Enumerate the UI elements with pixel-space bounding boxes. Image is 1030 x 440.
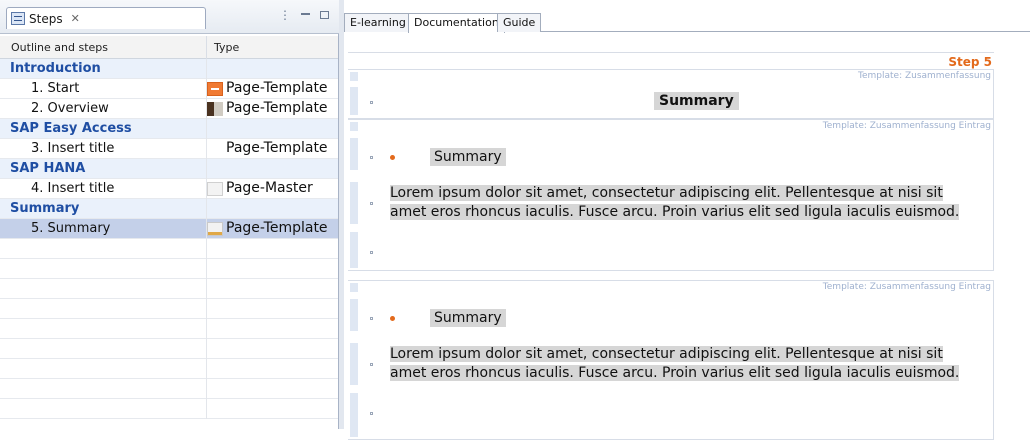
template-label: Template: Zusammenfassung Eintrag [822, 282, 991, 292]
paragraph-marker-icon [370, 412, 373, 415]
tree-group-introduction[interactable]: Introduction [0, 59, 338, 79]
paragraph-marker-icon [370, 101, 373, 104]
view-tabbar: Steps ✕ ⋮ [0, 0, 339, 34]
view-menu-icon[interactable]: ⋮ [279, 9, 291, 21]
summary-title[interactable]: Summary [654, 92, 739, 110]
step-label: 3. Insert title [31, 141, 115, 156]
paragraph-marker-icon [370, 202, 373, 205]
sheet-template-icon [207, 222, 223, 236]
tab-guide[interactable]: Guide [497, 13, 542, 32]
steps-icon [11, 12, 25, 25]
bullet-icon [390, 155, 395, 160]
empty-row [0, 299, 338, 319]
step-label: 1. Start [31, 81, 80, 96]
step-number-label: Step 5 [948, 55, 992, 69]
column-header-outline[interactable]: Outline and steps [11, 41, 108, 54]
tab-e-learning[interactable]: E-learning [344, 13, 412, 32]
editor-panel: E-learning Documentation Guide Step 5 Te… [344, 0, 1030, 440]
step-type: Page-Template [226, 80, 328, 96]
empty-row [0, 339, 338, 359]
template-label: Template: Zusammenfassung Eintrag [822, 121, 991, 131]
tree-group-summary[interactable]: Summary [0, 199, 338, 219]
empty-row [0, 279, 338, 299]
tree-step-overview[interactable]: 2. Overview Page-Template [0, 99, 338, 119]
tab-documentation[interactable]: Documentation [408, 13, 505, 33]
paragraph-marker-icon [370, 317, 373, 320]
steps-view: Steps ✕ ⋮ Outline and steps Type Introdu… [0, 0, 339, 429]
steps-view-tab[interactable]: Steps ✕ [6, 7, 206, 29]
group-label: Introduction [10, 61, 101, 76]
template-label: Template: Zusammenfassung [858, 71, 991, 81]
step-label: 4. Insert title [31, 181, 115, 196]
table-header: Outline and steps Type [0, 36, 338, 59]
tree-group-sap-easy-access[interactable]: SAP Easy Access [0, 119, 338, 139]
minimize-icon[interactable] [301, 12, 310, 15]
steps-tab-label: Steps [29, 11, 63, 26]
orange-template-icon [207, 82, 223, 96]
group-label: SAP HANA [10, 161, 86, 176]
empty-row [0, 259, 338, 279]
step-label: 2. Overview [31, 101, 109, 116]
empty-row [0, 239, 338, 259]
close-icon[interactable]: ✕ [71, 12, 80, 25]
template-block-entry-1[interactable]: Template: Zusammenfassung Eintrag Summar… [348, 119, 994, 271]
template-block-entry-2[interactable]: Template: Zusammenfassung Eintrag Summar… [348, 280, 994, 440]
tree-step-insert-title-2[interactable]: 4. Insert title Page-Master [0, 179, 338, 199]
step-label: 5. Summary [31, 221, 111, 236]
step-type: Page-Master [226, 180, 313, 196]
step-type: Page-Template [226, 100, 328, 116]
entry-heading[interactable]: Summary [430, 309, 506, 327]
tree-step-insert-title-1[interactable]: 3. Insert title Page-Template [0, 139, 338, 159]
maximize-icon[interactable] [320, 11, 329, 19]
tree-step-start[interactable]: 1. Start Page-Template [0, 79, 338, 99]
column-header-type[interactable]: Type [214, 41, 239, 54]
empty-row [0, 379, 338, 399]
paragraph-marker-icon [370, 251, 373, 254]
paragraph-marker-icon [370, 363, 373, 366]
steps-tree: Introduction 1. Start Page-Template 2. O… [0, 59, 338, 429]
entry-body-text[interactable]: Lorem ipsum dolor sit amet, consectetur … [390, 184, 980, 222]
tree-step-summary[interactable]: 5. Summary Page-Template [0, 219, 338, 239]
empty-row [0, 319, 338, 339]
photo-template-icon [207, 102, 223, 116]
document-area: Step 5 Template: Zusammenfassung Summary… [348, 52, 994, 440]
view-toolbar: ⋮ [279, 9, 329, 21]
empty-row [0, 399, 338, 419]
empty-row [0, 359, 338, 379]
column-divider[interactable] [206, 36, 207, 59]
blank-page-icon [207, 182, 223, 196]
template-block-summary[interactable]: Template: Zusammenfassung Summary [348, 69, 994, 119]
step-type: Page-Template [226, 140, 328, 156]
editor-tabbar: E-learning Documentation Guide [344, 10, 1030, 33]
group-label: Summary [10, 201, 80, 216]
bullet-icon [390, 316, 395, 321]
tree-group-sap-hana[interactable]: SAP HANA [0, 159, 338, 179]
entry-body-text[interactable]: Lorem ipsum dolor sit amet, consectetur … [390, 345, 980, 383]
entry-heading[interactable]: Summary [430, 148, 506, 166]
step-type: Page-Template [226, 220, 328, 236]
group-label: SAP Easy Access [10, 121, 132, 136]
paragraph-marker-icon [370, 156, 373, 159]
